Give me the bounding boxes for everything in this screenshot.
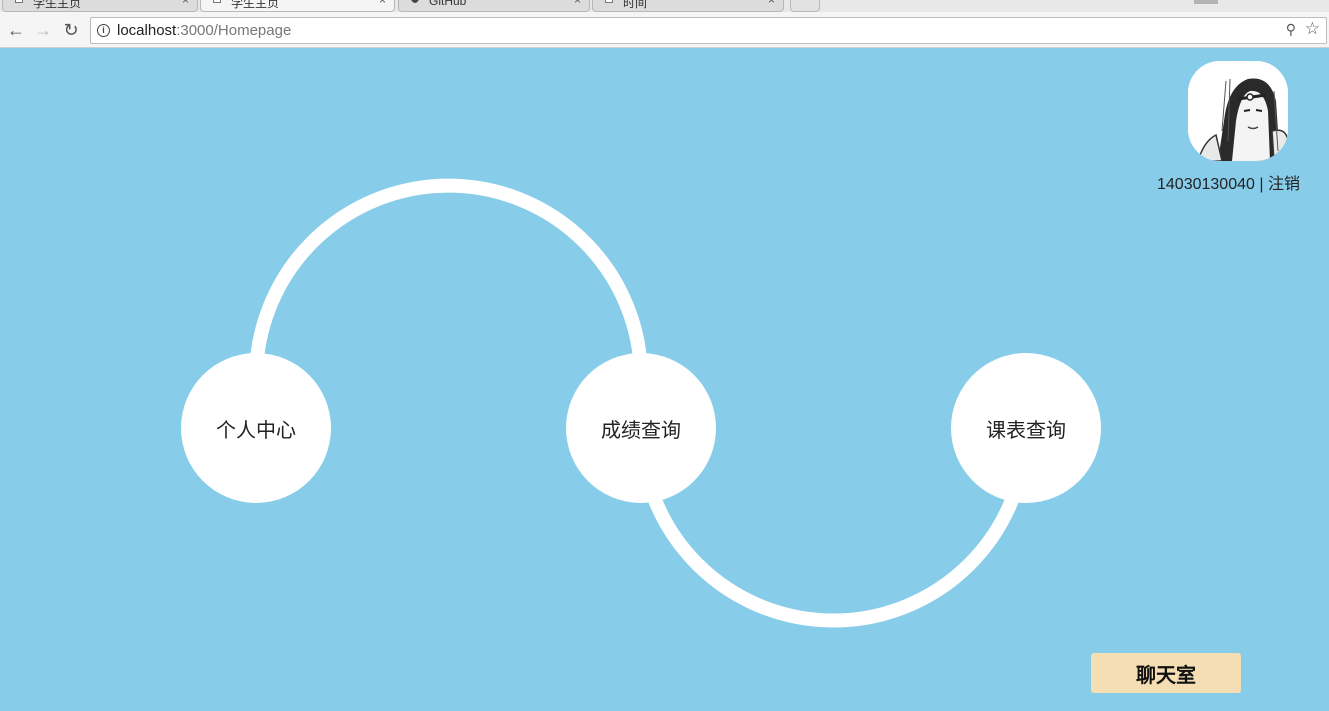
url-host: localhost [117, 22, 177, 39]
close-icon[interactable]: × [768, 0, 775, 7]
reload-button[interactable]: ↻ [60, 19, 82, 41]
url-text[interactable]: localhost:3000/Homepage [117, 22, 291, 39]
close-icon[interactable]: × [379, 0, 386, 7]
back-button[interactable]: ← [5, 19, 27, 41]
new-tab-button[interactable] [790, 0, 820, 12]
avatar-portrait-icon [1188, 61, 1288, 161]
node-label: 成绩查询 [601, 419, 681, 442]
user-info: 14030130040 | 注销 [1157, 170, 1300, 194]
page-icon [15, 0, 23, 3]
personal-center-node[interactable]: 个人中心 [181, 353, 331, 503]
reload-icon: ↻ [63, 19, 79, 40]
chat-room-label: 聊天室 [1136, 664, 1196, 687]
close-icon[interactable]: × [182, 0, 189, 7]
tab-strip: 学生主页 × 学生主页 × GitHub × 时间 × [0, 0, 1329, 12]
minimize-icon[interactable] [1194, 0, 1218, 4]
page-content: 14030130040 | 注销 个人中心 成绩查询 课表查询 聊天室 [0, 49, 1329, 711]
upper-arc [249, 178, 648, 379]
tab-student-home-1[interactable]: 学生主页 × [2, 0, 198, 12]
node-label: 个人中心 [216, 419, 296, 442]
grade-query-node[interactable]: 成绩查询 [566, 353, 716, 503]
tab-student-home-2[interactable]: 学生主页 × [200, 0, 395, 12]
github-icon [411, 0, 419, 3]
url-path: :3000/Homepage [176, 22, 292, 39]
page-icon [213, 0, 221, 3]
back-arrow-icon: ← [7, 19, 25, 40]
user-id: 14030130040 [1157, 176, 1255, 193]
info-icon[interactable]: i [97, 24, 110, 37]
close-icon[interactable]: × [574, 0, 581, 7]
separator: | [1254, 176, 1268, 193]
tab-label: 学生主页 [231, 0, 280, 10]
tab-time[interactable]: 时间 × [592, 0, 784, 12]
forward-arrow-icon: → [34, 19, 52, 40]
tab-label: 学生主页 [33, 0, 82, 10]
tab-label: 时间 [623, 0, 648, 10]
schedule-query-node[interactable]: 课表查询 [951, 353, 1101, 503]
node-label: 课表查询 [986, 419, 1066, 442]
forward-button[interactable]: → [32, 19, 54, 41]
page-icon [605, 0, 613, 3]
bookmark-star-icon[interactable]: ☆ [1305, 19, 1320, 39]
browser-toolbar: ← → ↻ i localhost:3000/Homepage ⚲ ☆ [0, 12, 1329, 48]
key-icon[interactable]: ⚲ [1286, 21, 1296, 38]
tab-label: GitHub [429, 0, 467, 8]
chat-room-button[interactable]: 聊天室 [1091, 653, 1241, 693]
address-bar[interactable]: i localhost:3000/Homepage ⚲ ☆ [90, 17, 1327, 44]
logout-link[interactable]: 注销 [1268, 176, 1300, 193]
tab-github[interactable]: GitHub × [398, 0, 590, 12]
avatar[interactable] [1188, 61, 1288, 161]
